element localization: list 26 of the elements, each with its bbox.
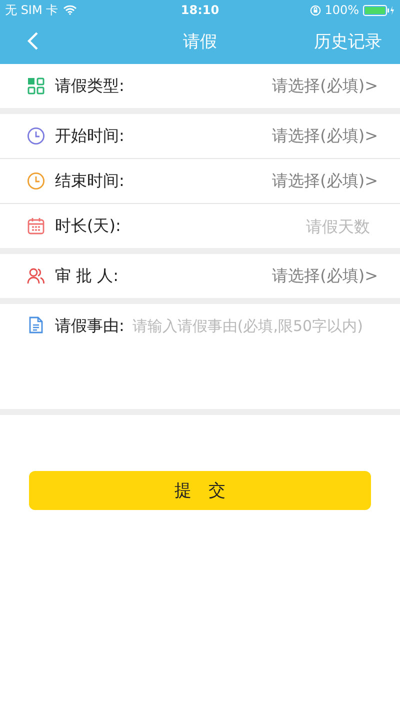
history-button[interactable]: 历史记录 <box>314 30 382 52</box>
select-field[interactable]: 请选择(必填)> <box>272 266 378 286</box>
page-title: 请假 <box>183 30 217 52</box>
people-icon <box>27 267 45 285</box>
field-label: 开始时间: <box>55 126 124 146</box>
submit-button[interactable]: 提 交 <box>29 471 371 510</box>
battery-percent: 100% <box>324 3 359 17</box>
field-label: 请假类型: <box>55 76 124 96</box>
lock-rotation-icon <box>310 4 321 16</box>
field-label: 请假事由: <box>55 316 124 337</box>
select-field[interactable]: 请选择(必填)> <box>272 126 378 146</box>
calendar-icon <box>27 217 45 235</box>
field-label: 结束时间: <box>55 170 124 192</box>
status-time: 18:10 <box>180 3 220 17</box>
field-label: 时长(天): <box>55 216 121 236</box>
grid-icon <box>27 77 45 95</box>
carrier-text: 无 SIM 卡 <box>5 2 58 18</box>
document-icon <box>27 316 45 334</box>
back-button[interactable] <box>27 31 39 51</box>
clock-icon <box>27 172 45 190</box>
field-label: 审 批 人: <box>55 266 119 286</box>
select-field[interactable]: 请选择(必填)> <box>272 170 378 192</box>
clock-icon <box>27 127 45 145</box>
battery-icon <box>363 4 395 16</box>
wifi-icon <box>63 5 78 15</box>
select-field[interactable]: 请选择(必填)> <box>272 76 378 96</box>
